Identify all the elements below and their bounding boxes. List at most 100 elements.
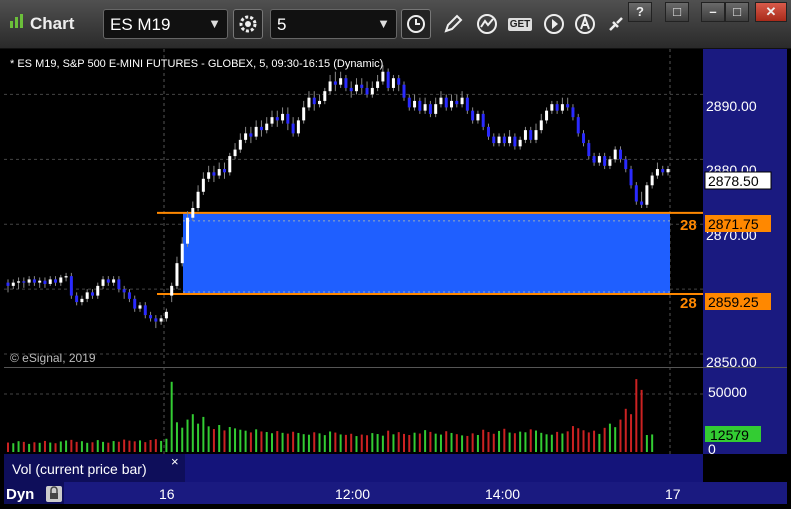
volume-bar [207,426,210,452]
candle-body [339,78,343,85]
candle-body [618,149,622,160]
restore-button[interactable]: □ [665,2,689,22]
candle-body [154,318,158,322]
candle-body [286,113,290,124]
link-button[interactable] [601,9,631,39]
volume-bar [33,442,36,452]
chart-header: * ES M19, S&P 500 E-MINI FUTURES - GLOBE… [10,58,383,70]
candle-body [265,123,269,131]
volume-bar [43,440,46,452]
candle-body [529,130,533,140]
lock-icon[interactable] [46,486,62,502]
chart-area[interactable]: * ES M19, S&P 500 E-MINI FUTURES - GLOBE… [4,49,787,504]
volume-panel-close-icon[interactable]: × [171,454,179,469]
candle-body [439,97,443,105]
candle-body [354,84,358,92]
candle-body [566,104,570,108]
candle-body [133,298,137,309]
candle-body [481,113,485,127]
volume-bar [154,439,157,452]
volume-bar [260,431,263,452]
volume-bar [133,441,136,452]
volume-plot-bg [4,368,703,454]
candle-body [244,133,248,140]
close-button[interactable]: ✕ [755,2,787,22]
candle-body [460,97,464,105]
get-data-button[interactable]: GET [505,9,535,39]
volume-bar [513,433,516,452]
candle-body [249,133,253,137]
candle-body [117,279,121,290]
volume-bar [17,441,20,452]
candle-body [38,280,42,283]
candle-body [344,78,348,88]
volume-bar [587,432,590,452]
volume-bar [181,427,184,452]
volume-bar [197,423,200,452]
volume-bar [22,441,25,452]
volume-bar [149,439,152,452]
volume-bar [424,430,427,452]
price-band[interactable] [157,211,703,295]
candle-body [180,243,184,264]
volume-bar [630,414,633,452]
volume-bar [297,432,300,452]
volume-bar [38,442,41,452]
help-button[interactable]: ? [628,2,652,22]
volume-bar [170,381,173,452]
candle-body [539,120,543,131]
candle-body [391,78,395,88]
volume-bar [212,429,215,452]
volume-bar [403,433,405,452]
interval-combo[interactable]: 5 ▼ [270,9,397,39]
volume-bar [313,432,316,452]
candle-body [43,280,47,284]
volume-bar [318,433,321,452]
candle-body [370,87,374,95]
candle-body [497,136,501,144]
price-axis[interactable] [703,49,787,367]
candle-body [32,279,36,283]
candle-body [597,156,601,163]
upper-band-label: 2871.75 [708,216,759,232]
volume-bar [545,434,548,452]
volume-bar [466,435,469,452]
volume-bar [608,423,611,452]
clock-button[interactable] [401,9,431,39]
volume-bar [434,433,437,452]
volume-bar [28,443,31,452]
candle-body [170,285,174,296]
time-tick-label: 12:00 [335,486,370,502]
maximize-button[interactable]: □ [725,2,749,22]
candle-body [502,136,506,144]
volume-bar [492,433,495,452]
draw-button[interactable] [438,9,468,39]
symbol-combo[interactable]: ES M19 ▼ [103,9,228,39]
dyn-label: Dyn [6,486,34,503]
volume-tick-label: 50000 [708,384,747,400]
candle-body [75,295,79,303]
alert-button[interactable] [570,9,600,39]
candle-body [650,175,654,186]
volume-bar [228,427,231,452]
candle-body [85,292,89,299]
volume-bar [371,433,374,452]
minimize-button[interactable]: – [701,2,725,22]
play-button[interactable] [539,9,569,39]
candle-body [513,136,517,147]
candle-body [222,169,226,173]
candle-body [112,279,116,283]
candle-body [508,136,512,144]
settings-gear-button[interactable] [233,9,263,39]
clock-icon [407,15,425,33]
volume-bar [186,419,189,452]
chart-canvas[interactable]: * ES M19, S&P 500 E-MINI FUTURES - GLOBE… [4,49,787,504]
candle-body [196,191,200,208]
lower-band-tag: 28 2859.25 [680,293,771,312]
studies-button[interactable] [472,9,502,39]
candle-body [259,126,263,131]
last-price-label: 2878.50 [708,173,759,189]
candle-body [233,149,237,157]
candle-body [381,71,385,82]
candle-body [423,104,427,111]
